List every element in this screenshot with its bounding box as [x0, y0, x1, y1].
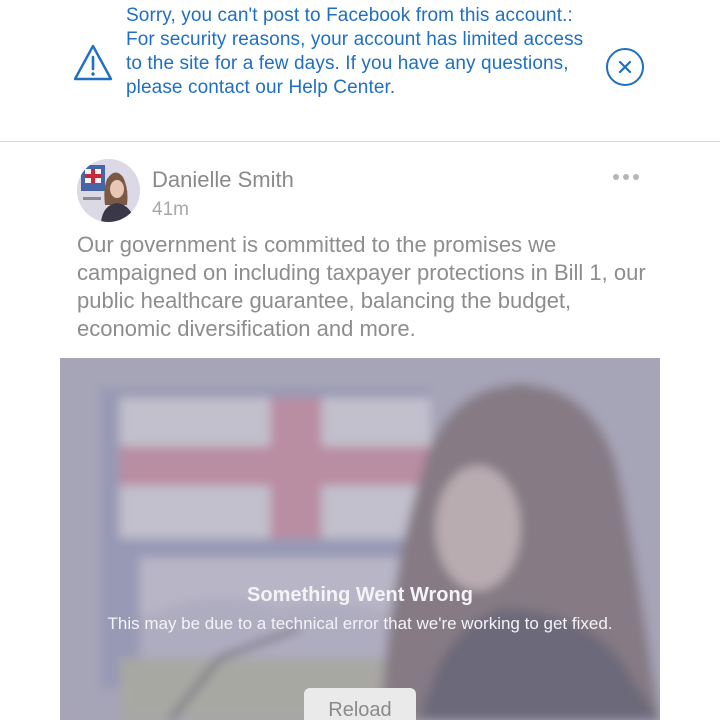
security-alert-message: Sorry, you can't post to Facebook from t…: [126, 5, 584, 98]
feed-post: Danielle Smith 41m Our government is com…: [0, 143, 720, 720]
author-avatar[interactable]: [77, 159, 140, 222]
close-icon: [618, 60, 632, 74]
post-timestamp[interactable]: 41m: [152, 199, 189, 221]
error-title: Something Went Wrong: [247, 584, 473, 606]
more-options-button[interactable]: [606, 165, 646, 189]
warning-triangle-icon: [73, 44, 113, 81]
close-alert-button[interactable]: [606, 48, 644, 86]
error-message: This may be due to a technical error tha…: [107, 614, 613, 633]
post-body-text: Our government is committed to the promi…: [77, 232, 646, 341]
security-alert-banner: Sorry, you can't post to Facebook from t…: [0, 0, 720, 142]
reload-button[interactable]: Reload: [304, 688, 416, 720]
post-media: Something Went Wrong This may be due to …: [60, 358, 660, 720]
more-dots-icon: [613, 174, 619, 180]
author-name[interactable]: Danielle Smith: [152, 167, 294, 193]
